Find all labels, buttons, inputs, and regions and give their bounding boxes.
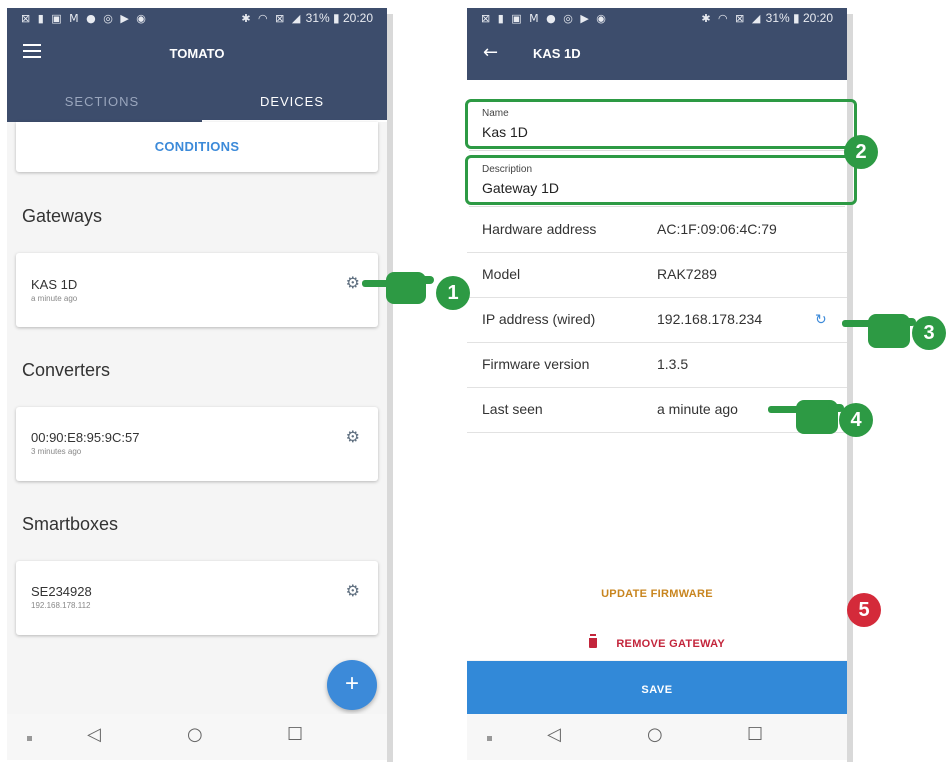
battery-level: 31% bbox=[305, 11, 330, 25]
recent-dot-icon bbox=[27, 736, 32, 741]
save-button[interactable]: SAVE bbox=[467, 661, 847, 721]
phone-screen-left: ⊠ ▮ ▣ M ● ◎ ▶ ◉ ✱ ◠ ⊠ ◢ 31% ▮ 20:20 TOMA… bbox=[7, 8, 387, 760]
app-bar: TOMATO bbox=[7, 28, 387, 80]
trash-icon bbox=[588, 636, 597, 648]
row-label: Firmware version bbox=[482, 356, 590, 372]
status-icons-left: ⊠ ▮ ▣ M ● ◎ ▶ ◉ bbox=[21, 11, 148, 25]
device-name: 00:90:E8:95:9C:57 bbox=[31, 430, 140, 445]
page-title: KAS 1D bbox=[533, 46, 581, 61]
clock: 20:20 bbox=[342, 11, 373, 25]
app-bar: ← KAS 1D bbox=[467, 28, 847, 80]
conditions-label: CONDITIONS bbox=[154, 139, 240, 154]
row-value: 192.168.178.234 bbox=[657, 311, 763, 327]
page-title: TOMATO bbox=[169, 46, 225, 61]
annotation-marker-5: 5 bbox=[847, 593, 881, 627]
info-row-ip-address: IP address (wired) 192.168.178.234 ↻ bbox=[467, 298, 847, 343]
update-firmware-button[interactable]: UPDATE FIRMWARE bbox=[467, 588, 847, 600]
android-nav-bar: ◁ ○ ☐ bbox=[7, 714, 387, 760]
device-last-seen: a minute ago bbox=[31, 294, 78, 303]
row-value: 1.3.5 bbox=[657, 356, 689, 372]
row-value: a minute ago bbox=[657, 401, 738, 417]
highlight-description-field bbox=[465, 155, 857, 205]
recent-dot-icon bbox=[487, 736, 492, 741]
battery-icon: ▮ bbox=[333, 11, 340, 25]
row-value: RAK7289 bbox=[657, 266, 717, 282]
info-row-model: Model RAK7289 bbox=[467, 253, 847, 298]
section-heading-gateways: Gateways bbox=[22, 206, 103, 226]
status-icons-left: ⊠ ▮ ▣ M ● ◎ ▶ ◉ bbox=[481, 11, 608, 25]
info-row-hardware-address: Hardware address AC:1F:09:06:4C:79 bbox=[467, 208, 847, 253]
overview-nav-icon[interactable]: ☐ bbox=[747, 724, 763, 745]
status-bar: ⊠ ▮ ▣ M ● ◎ ▶ ◉ ✱ ◠ ⊠ ◢ 31% ▮ 20:20 bbox=[467, 8, 847, 28]
pointing-hand-icon bbox=[842, 314, 916, 348]
remove-gateway-label: REMOVE GATEWAY bbox=[616, 638, 726, 650]
overview-nav-icon[interactable]: ☐ bbox=[287, 724, 303, 745]
device-card-smartbox[interactable]: SE234928 192.168.178.112 ⚙ bbox=[16, 561, 378, 635]
battery-icon: ▮ bbox=[793, 11, 800, 25]
row-label: Last seen bbox=[482, 401, 543, 417]
back-nav-icon[interactable]: ◁ bbox=[547, 724, 561, 745]
status-icons-right: ✱ ◠ ⊠ ◢ 31% ▮ 20:20 bbox=[701, 11, 833, 25]
status-icons-right: ✱ ◠ ⊠ ◢ 31% ▮ 20:20 bbox=[241, 11, 373, 25]
device-last-seen: 3 minutes ago bbox=[31, 447, 82, 456]
device-card-gateway[interactable]: KAS 1D a minute ago ⚙ bbox=[16, 253, 378, 327]
clock: 20:20 bbox=[802, 11, 833, 25]
back-arrow-icon[interactable]: ← bbox=[483, 42, 498, 63]
conditions-button[interactable]: CONDITIONS bbox=[16, 122, 378, 172]
device-name: KAS 1D bbox=[31, 277, 78, 292]
tab-sections[interactable]: SECTIONS bbox=[7, 80, 197, 122]
pointing-hand-icon bbox=[768, 400, 844, 434]
refresh-icon[interactable]: ↻ bbox=[815, 312, 827, 328]
battery-level: 31% bbox=[765, 11, 790, 25]
section-heading-converters: Converters bbox=[22, 360, 111, 380]
gear-icon[interactable]: ⚙ bbox=[346, 427, 360, 446]
annotation-marker-1: 1 bbox=[436, 276, 470, 310]
annotation-marker-2: 2 bbox=[844, 135, 878, 169]
device-card-converter[interactable]: 00:90:E8:95:9C:57 3 minutes ago ⚙ bbox=[16, 407, 378, 481]
row-label: Hardware address bbox=[482, 221, 597, 237]
status-bar: ⊠ ▮ ▣ M ● ◎ ▶ ◉ ✱ ◠ ⊠ ◢ 31% ▮ 20:20 bbox=[7, 8, 387, 28]
android-nav-bar: ◁ ○ ☐ bbox=[467, 714, 847, 760]
row-label: IP address (wired) bbox=[482, 311, 596, 327]
tab-devices[interactable]: DEVICES bbox=[197, 80, 387, 122]
back-nav-icon[interactable]: ◁ bbox=[87, 724, 101, 745]
home-nav-icon[interactable]: ○ bbox=[187, 724, 203, 745]
home-nav-icon[interactable]: ○ bbox=[647, 724, 663, 745]
annotation-marker-3: 3 bbox=[912, 316, 946, 350]
pointing-hand-icon bbox=[362, 272, 434, 304]
phone-edge-left bbox=[387, 14, 393, 762]
highlight-name-field bbox=[465, 99, 857, 149]
row-value: AC:1F:09:06:4C:79 bbox=[657, 221, 777, 237]
gear-icon[interactable]: ⚙ bbox=[346, 273, 360, 292]
gear-icon[interactable]: ⚙ bbox=[346, 581, 360, 600]
info-row-firmware-version: Firmware version 1.3.5 bbox=[467, 343, 847, 388]
add-device-button[interactable]: + bbox=[327, 660, 377, 710]
row-label: Model bbox=[482, 266, 521, 282]
device-name: SE234928 bbox=[31, 584, 92, 599]
annotation-marker-4: 4 bbox=[839, 403, 873, 437]
device-ip: 192.168.178.112 bbox=[31, 601, 91, 610]
tab-bar: SECTIONS DEVICES bbox=[7, 80, 387, 122]
remove-gateway-button[interactable]: REMOVE GATEWAY bbox=[467, 636, 847, 650]
section-heading-smartboxes: Smartboxes bbox=[22, 514, 119, 534]
